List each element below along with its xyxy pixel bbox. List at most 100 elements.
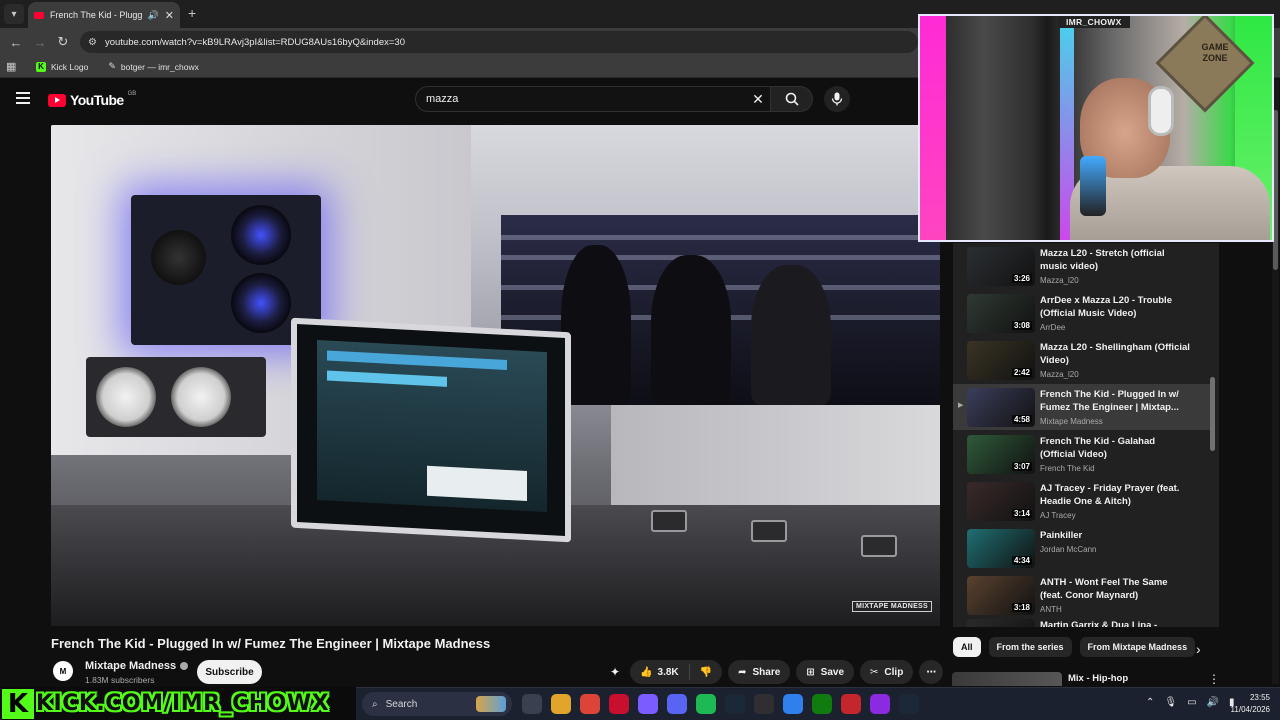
chrome-icon[interactable]	[580, 694, 600, 714]
chevron-right-icon[interactable]: ›	[1196, 641, 1201, 657]
playlist-item-channel: ANTH	[1040, 605, 1062, 614]
subscribe-button[interactable]: Subscribe	[197, 660, 262, 684]
playlist-item-channel: Mazza_l20	[1040, 276, 1079, 285]
taskbar-search[interactable]: ⌕ Search	[362, 692, 512, 716]
share-label: Share	[752, 666, 781, 678]
url-input[interactable]: ⚙ youtube.com/watch?v=kB9LRAvj3pI&list=R…	[80, 31, 918, 53]
chip-from-series[interactable]: From the series	[988, 637, 1072, 657]
chevron-up-icon[interactable]: ⌃	[1146, 697, 1154, 708]
bookmark-label: botger — imr_chowx	[120, 61, 199, 72]
youtube-masthead: YouTube GB ✕	[0, 80, 920, 120]
taskbar-clock[interactable]: 23:55 11/04/2026	[1226, 692, 1270, 716]
channel-avatar[interactable]: M	[53, 661, 73, 681]
xbox-icon[interactable]	[812, 694, 832, 714]
clip-button[interactable]: ✂ Clip	[860, 660, 914, 684]
channel-name-link[interactable]: Mixtape Madness	[85, 660, 189, 672]
site-info-icon[interactable]: ⚙	[88, 37, 97, 48]
tab-search-button[interactable]: ▾	[4, 4, 24, 24]
sparkle-icon[interactable]: ✦	[610, 665, 620, 679]
playlist-item[interactable]: 3:18 ANTH - Wont Feel The Same (feat. Con…	[953, 572, 1211, 618]
playlist-thumbnail[interactable]: 2:42	[967, 341, 1035, 380]
kick-channel-url: KICK.COM/IMR_CHOWX	[36, 691, 330, 716]
playlist-item[interactable]: 3:26 Mazza L20 - Stretch (official music …	[953, 243, 1211, 289]
playlist-panel: 3:26 Mazza L20 - Stretch (official music …	[953, 243, 1219, 627]
like-button[interactable]: 👍 3.8K	[630, 667, 689, 678]
obs-icon[interactable]	[754, 694, 774, 714]
playlist-item-title: ANTH - Wont Feel The Same (feat. Conor M…	[1040, 577, 1168, 601]
playlist-thumbnail[interactable]: 3:26	[967, 247, 1035, 286]
recommendation-thumbnail[interactable]	[952, 672, 1062, 686]
save-button[interactable]: ⊞ Save	[796, 660, 855, 684]
playlist-item[interactable]: 2:42 Mazza L20 - Shellingham (Official Vi…	[953, 337, 1211, 383]
duration-badge: 3:18	[1011, 603, 1032, 612]
playlist-item[interactable]: 3:07 French The Kid - Galahad (Official V…	[953, 431, 1211, 477]
headset	[1148, 86, 1174, 136]
search-button[interactable]	[771, 86, 813, 112]
search-input[interactable]	[426, 93, 726, 105]
forward-button[interactable]: →	[32, 34, 48, 50]
more-actions-button[interactable]: ⋯	[919, 660, 944, 684]
voice-search-button[interactable]	[824, 86, 850, 112]
duration-badge: 3:14	[1011, 509, 1032, 518]
windows-taskbar: ⌕ Search ⌃ 🎙 ▭ 🔊 ▮ 23:55 11/04/2026	[356, 687, 1280, 720]
tab-title: French The Kid - Plugged In w/ Fumez The…	[50, 10, 142, 20]
webcam-overlay: GAME ZONE IMR_CHOWX	[918, 14, 1274, 242]
more-icon[interactable]: ⋮	[1208, 672, 1220, 686]
bookmark-kick-logo[interactable]: K Kick Logo	[28, 60, 96, 74]
duration-badge: 3:26	[1011, 274, 1032, 283]
new-tab-button[interactable]: +	[188, 5, 196, 21]
apps-grid-icon[interactable]: ▦	[6, 60, 24, 73]
steam-icon-2[interactable]	[899, 694, 919, 714]
app-icon-4[interactable]	[870, 694, 890, 714]
playlist-item[interactable]: ▶ 4:58 French The Kid - Plugged In w/ Fume…	[953, 384, 1211, 430]
task-view-icon[interactable]	[522, 694, 542, 714]
audio-playing-icon[interactable]: 🔊	[148, 10, 159, 21]
chip-from-channel[interactable]: From Mixtape Madness	[1079, 637, 1196, 657]
playlist-thumbnail[interactable]: 3:18	[967, 576, 1035, 615]
back-button[interactable]: ←	[8, 34, 24, 50]
now-playing-icon: ▶	[958, 402, 964, 409]
playlist-scrollbar[interactable]	[1210, 243, 1215, 627]
bookmark-botger[interactable]: ✎ botger — imr_chowx	[100, 59, 207, 74]
close-tab-icon[interactable]: ✕	[165, 9, 174, 22]
microphone-icon[interactable]: 🎙	[1164, 697, 1177, 708]
dislike-button[interactable]: 👎	[690, 667, 722, 678]
app-icon-2[interactable]	[783, 694, 803, 714]
spotify-icon[interactable]	[696, 694, 716, 714]
playlist-thumbnail[interactable]: 3:08	[967, 294, 1035, 333]
playlist-item-channel: Mixtape Madness	[1040, 417, 1103, 426]
app-icon[interactable]	[638, 694, 658, 714]
share-button[interactable]: ➦ Share	[728, 660, 791, 684]
discord-icon[interactable]	[667, 694, 687, 714]
video-player[interactable]: MIXTAPE MADNESS	[51, 125, 940, 626]
steam-icon[interactable]	[725, 694, 745, 714]
playlist-thumbnail[interactable]: 3:07	[967, 435, 1035, 474]
menu-icon[interactable]	[16, 92, 30, 104]
bookmark-label: Kick Logo	[51, 61, 89, 72]
wall-socket	[651, 510, 687, 532]
like-dislike-group: 👍 3.8K 👎	[630, 660, 723, 684]
file-explorer-icon[interactable]	[551, 694, 571, 714]
playlist-item[interactable]: 4:34 Painkiller Jordan McCann	[953, 525, 1211, 571]
chip-all[interactable]: All	[953, 637, 981, 657]
recommendation-title[interactable]: Mix - Hip-hop	[1068, 673, 1128, 684]
app-icon-3[interactable]	[841, 694, 861, 714]
browser-tab[interactable]: French The Kid - Plugged In w/ Fumez The…	[28, 2, 180, 28]
clear-search-icon[interactable]: ✕	[750, 91, 766, 108]
network-icon[interactable]: ▭	[1187, 697, 1196, 708]
playlist-item-title: Mazza L20 - Stretch (official music vide…	[1040, 248, 1165, 272]
playlist-thumbnail[interactable]	[967, 619, 1035, 627]
volume-icon[interactable]: 🔊	[1207, 697, 1219, 708]
playlist-item[interactable]: 3:08 ArrDee x Mazza L20 - Trouble (Offici…	[953, 290, 1211, 336]
playlist-item[interactable]: Martin Garrix & Dua Lipa -	[953, 615, 1211, 627]
kick-banner: K KICK.COM/IMR_CHOWX	[0, 687, 356, 720]
playlist-thumbnail[interactable]: 4:34	[967, 529, 1035, 568]
playlist-item-title: ArrDee x Mazza L20 - Trouble (Official M…	[1040, 295, 1172, 319]
playlist-thumbnail[interactable]: 4:58	[967, 388, 1035, 427]
reload-button[interactable]: ↻	[55, 34, 71, 50]
playlist-thumbnail[interactable]: 3:14	[967, 482, 1035, 521]
adobe-icon[interactable]	[609, 694, 629, 714]
playlist-item[interactable]: 3:14 AJ Tracey - Friday Prayer (feat. Hea…	[953, 478, 1211, 524]
youtube-logo[interactable]: YouTube GB	[48, 91, 136, 108]
duration-badge: 4:58	[1011, 415, 1032, 424]
